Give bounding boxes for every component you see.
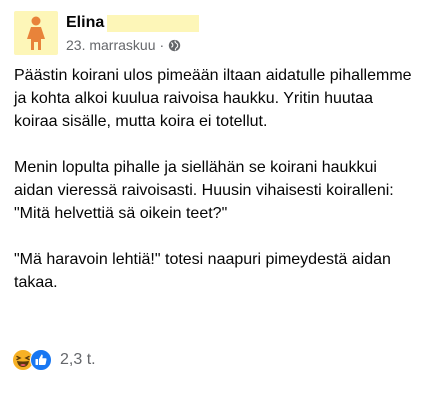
globe-icon[interactable] [168,39,181,52]
post-text: Päästin koirani ulos pimeään iltaan aida… [14,64,414,294]
avatar[interactable] [14,11,58,55]
like-reaction-icon [30,349,52,371]
person-icon [27,16,45,50]
name-redaction [107,14,200,32]
meta-separator: · [159,37,165,53]
author-name[interactable]: Elina [66,14,104,32]
post-paragraph: Menin lopulta pihalle ja siellähän se ko… [14,159,394,222]
post-paragraph: Päästin koirani ulos pimeään iltaan aida… [14,67,412,130]
reaction-count[interactable]: 2,3 t. [60,351,96,369]
reaction-summary[interactable]: 2,3 t. [12,349,96,371]
post-date[interactable]: 23. marraskuu [66,37,155,53]
post-header: Elina 23. marraskuu · [14,11,414,57]
post-paragraph: "Mä haravoin lehtiä!" totesi naapuri pim… [14,251,391,291]
